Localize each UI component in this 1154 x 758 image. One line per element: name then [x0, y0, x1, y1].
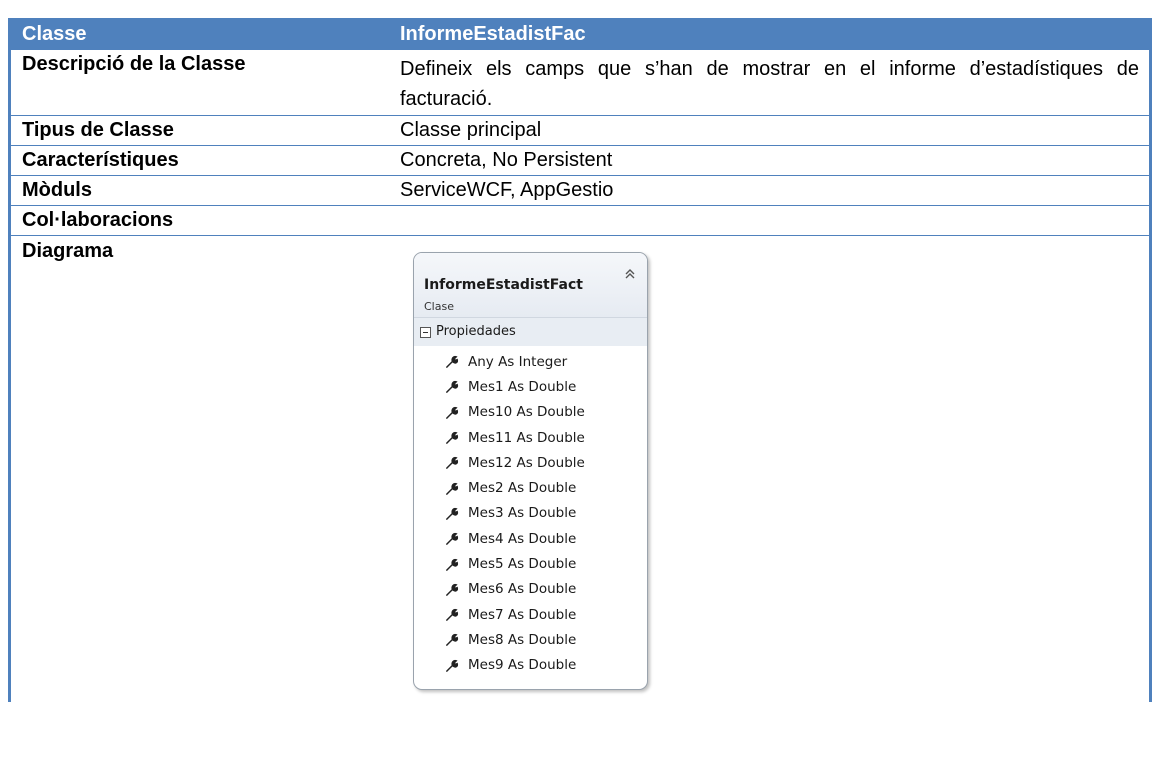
wrench-icon: [446, 381, 459, 394]
wrench-icon: [446, 406, 459, 419]
diagram-label: Diagrama: [22, 240, 114, 262]
wrench-icon: [446, 507, 459, 520]
class-type-value: Classe principal: [400, 119, 542, 141]
property-label: Mes11 As Double: [468, 429, 585, 446]
property-label: Mes5 As Double: [468, 556, 577, 573]
characteristics-value: Concreta, No Persistent: [400, 149, 613, 171]
diagram-cell: InformeEstadistFact Clase Propiedades An…: [388, 236, 1149, 702]
property-item[interactable]: Mes4 As Double: [414, 526, 647, 551]
property-item[interactable]: Mes5 As Double: [414, 551, 647, 576]
collaborations-label: Col·laboracions: [22, 209, 174, 231]
class-diagram-shape[interactable]: InformeEstadistFact Clase Propiedades An…: [413, 252, 648, 690]
property-label: Any As Integer: [468, 353, 568, 370]
modules-label: Mòduls: [22, 179, 92, 201]
collaborations-row: Col·laboracions: [11, 206, 1149, 236]
property-item[interactable]: Mes12 As Double: [414, 450, 647, 475]
wrench-icon: [446, 634, 459, 647]
property-label: Mes1 As Double: [468, 378, 577, 395]
modules-value: ServiceWCF, AppGestio: [400, 179, 614, 201]
property-label: Mes3 As Double: [468, 505, 577, 522]
property-item[interactable]: Mes7 As Double: [414, 602, 647, 627]
description-value: Defineix els camps que s’han de mostrar …: [400, 58, 1139, 110]
table-header-row: Classe InformeEstadistFac: [11, 18, 1149, 50]
properties-section-title: Propiedades: [436, 324, 516, 339]
description-label: Descripció de la Classe: [22, 53, 246, 75]
property-label: Mes7 As Double: [468, 606, 577, 623]
property-label: Mes8 As Double: [468, 631, 577, 648]
description-row: Descripció de la Classe Defineix els cam…: [11, 50, 1149, 116]
double-chevron-up-icon[interactable]: [623, 267, 637, 281]
property-item[interactable]: Any As Integer: [414, 349, 647, 374]
collaborations-value: [388, 206, 1149, 235]
wrench-icon: [446, 482, 459, 495]
header-label: Classe: [22, 23, 87, 45]
property-label: Mes10 As Double: [468, 404, 585, 421]
minus-box-icon[interactable]: [420, 326, 431, 338]
class-spec-table: Classe InformeEstadistFac Descripció de …: [8, 18, 1152, 702]
diagram-row: Diagrama InformeEstadistFact Clase Propi…: [11, 236, 1149, 702]
header-class-name: InformeEstadistFac: [400, 23, 586, 45]
property-item[interactable]: Mes9 As Double: [414, 653, 647, 678]
wrench-icon: [446, 659, 459, 672]
property-item[interactable]: Mes8 As Double: [414, 627, 647, 652]
class-diagram-header: InformeEstadistFact Clase: [414, 253, 647, 317]
property-label: Mes12 As Double: [468, 454, 585, 471]
property-item[interactable]: Mes11 As Double: [414, 425, 647, 450]
property-label: Mes9 As Double: [468, 657, 577, 674]
characteristics-label: Característiques: [22, 149, 179, 171]
wrench-icon: [446, 533, 459, 546]
class-type-row: Tipus de Classe Classe principal: [11, 116, 1149, 146]
modules-row: Mòduls ServiceWCF, AppGestio: [11, 176, 1149, 206]
characteristics-row: Característiques Concreta, No Persistent: [11, 146, 1149, 176]
class-type-label: Tipus de Classe: [22, 119, 174, 141]
property-item[interactable]: Mes2 As Double: [414, 475, 647, 500]
property-item[interactable]: Mes3 As Double: [414, 501, 647, 526]
wrench-icon: [446, 431, 459, 444]
property-item[interactable]: Mes1 As Double: [414, 374, 647, 399]
property-label: Mes6 As Double: [468, 581, 577, 598]
property-item[interactable]: Mes10 As Double: [414, 400, 647, 425]
property-label: Mes2 As Double: [468, 480, 577, 497]
property-label: Mes4 As Double: [468, 530, 577, 547]
property-list: Any As Integer Mes1 As Double Mes10 As D…: [414, 346, 647, 678]
wrench-icon: [446, 608, 459, 621]
wrench-icon: [446, 583, 459, 596]
wrench-icon: [446, 457, 459, 470]
wrench-icon: [446, 356, 459, 369]
properties-section-header[interactable]: Propiedades: [414, 317, 647, 346]
property-item[interactable]: Mes6 As Double: [414, 577, 647, 602]
wrench-icon: [446, 558, 459, 571]
class-diagram-stereotype: Clase: [424, 300, 454, 313]
